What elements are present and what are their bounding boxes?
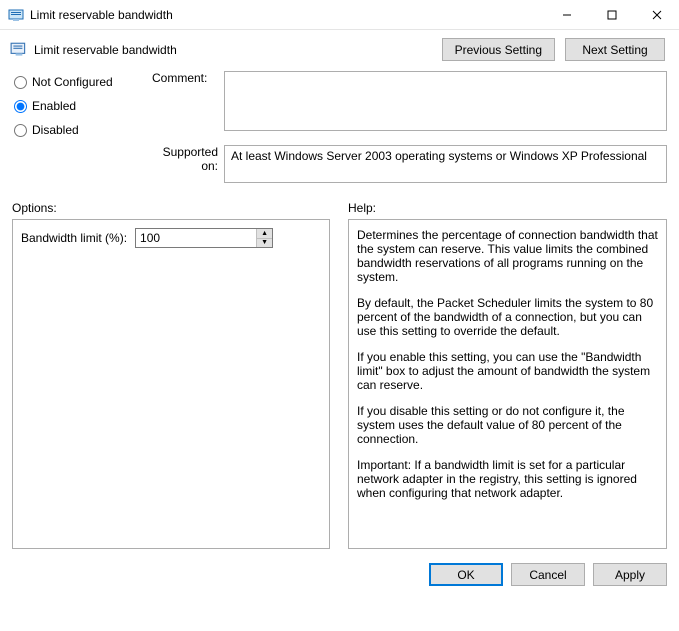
window-title: Limit reservable bandwidth	[30, 8, 544, 22]
radio-disabled-input[interactable]	[14, 124, 27, 137]
bandwidth-limit-label: Bandwidth limit (%):	[21, 231, 127, 245]
title-bar: Limit reservable bandwidth	[0, 0, 679, 30]
next-setting-button[interactable]: Next Setting	[565, 38, 665, 61]
apply-button[interactable]: Apply	[593, 563, 667, 586]
radio-not-configured-label: Not Configured	[32, 75, 113, 89]
spinner-down-button[interactable]: ▼	[257, 239, 272, 248]
state-radios: Not Configured Enabled Disabled	[12, 71, 152, 147]
help-paragraph: By default, the Packet Scheduler limits …	[357, 296, 658, 338]
options-pane: Bandwidth limit (%): ▲ ▼	[12, 219, 330, 549]
help-paragraph: Important: If a bandwidth limit is set f…	[357, 458, 658, 500]
policy-title: Limit reservable bandwidth	[34, 43, 177, 57]
comment-label: Comment:	[152, 71, 224, 85]
radio-enabled-label: Enabled	[32, 99, 76, 113]
supported-on-text: At least Windows Server 2003 operating s…	[231, 149, 647, 163]
config-zone: Not Configured Enabled Disabled Comment:…	[0, 63, 679, 187]
previous-setting-button[interactable]: Previous Setting	[442, 38, 555, 61]
radio-disabled[interactable]: Disabled	[12, 123, 152, 137]
comment-textarea[interactable]	[224, 71, 667, 131]
dialog-footer: OK Cancel Apply	[0, 549, 679, 596]
help-paragraph: If you disable this setting or do not co…	[357, 404, 658, 446]
gpedit-icon	[8, 7, 24, 23]
ok-button[interactable]: OK	[429, 563, 503, 586]
supported-on-box: At least Windows Server 2003 operating s…	[224, 145, 667, 183]
help-pane: Determines the percentage of connection …	[348, 219, 667, 549]
bandwidth-limit-input[interactable]	[136, 229, 256, 247]
spinner-up-button[interactable]: ▲	[257, 229, 272, 239]
radio-not-configured[interactable]: Not Configured	[12, 75, 152, 89]
policy-icon	[10, 41, 28, 59]
help-label: Help:	[348, 201, 667, 215]
options-label: Options:	[12, 201, 330, 215]
radio-enabled[interactable]: Enabled	[12, 99, 152, 113]
radio-enabled-input[interactable]	[14, 100, 27, 113]
header-row: Limit reservable bandwidth Previous Sett…	[0, 30, 679, 63]
help-paragraph: Determines the percentage of connection …	[357, 228, 658, 284]
radio-disabled-label: Disabled	[32, 123, 79, 137]
minimize-button[interactable]	[544, 0, 589, 30]
bandwidth-limit-spinner[interactable]: ▲ ▼	[135, 228, 273, 248]
help-paragraph: If you enable this setting, you can use …	[357, 350, 658, 392]
close-button[interactable]	[634, 0, 679, 30]
supported-label: Supported on:	[152, 145, 224, 173]
maximize-button[interactable]	[589, 0, 634, 30]
cancel-button[interactable]: Cancel	[511, 563, 585, 586]
radio-not-configured-input[interactable]	[14, 76, 27, 89]
